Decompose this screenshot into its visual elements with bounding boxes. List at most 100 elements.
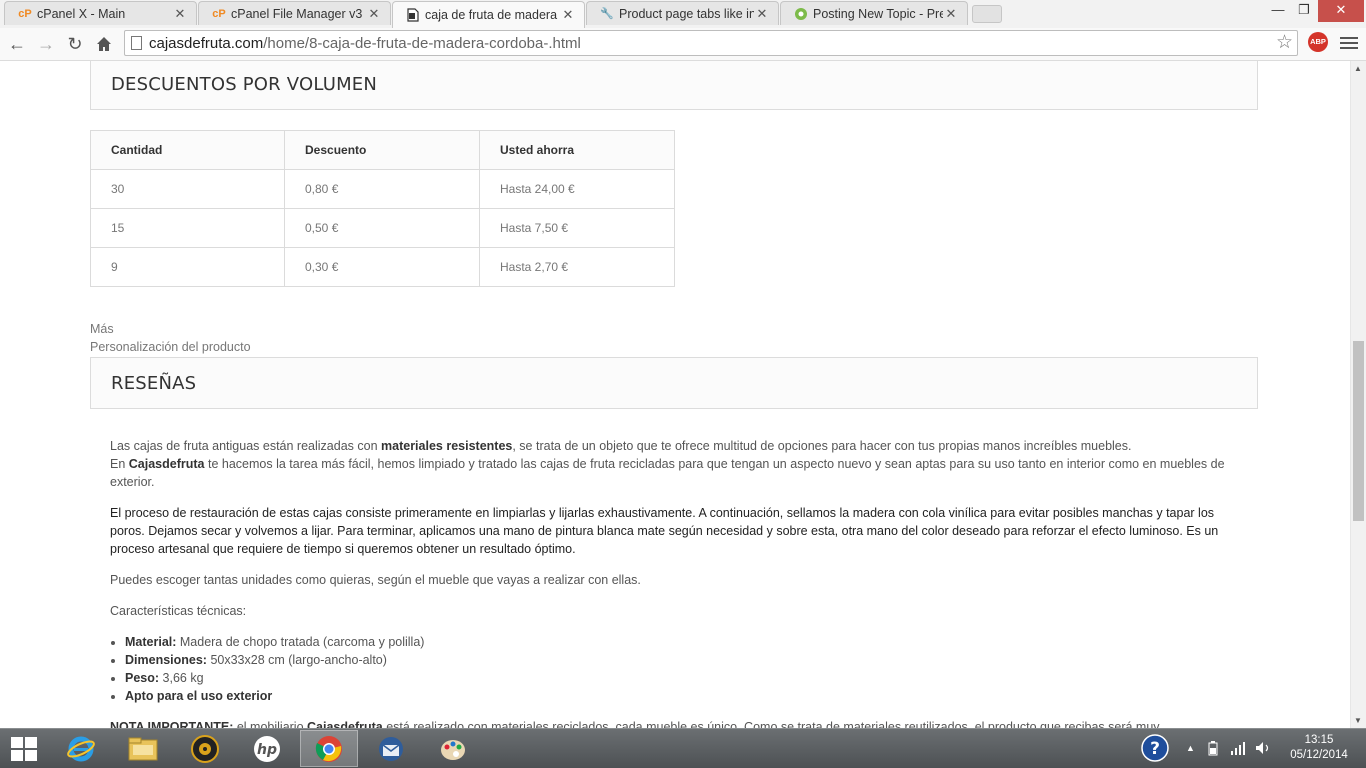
table-header-row: Cantidad Descuento Usted ahorra [90, 130, 675, 170]
scroll-up-arrow-icon[interactable]: ▲ [1354, 64, 1362, 73]
savings-cell: Hasta 24,00 € [479, 169, 675, 209]
bold-text: materiales resistentes [381, 439, 513, 453]
bold-text: Cajasdefruta [307, 720, 383, 728]
new-tab-button[interactable] [972, 5, 1002, 23]
discount-cell: 0,30 € [284, 247, 480, 287]
table-row: 30 0,80 € Hasta 24,00 € [90, 169, 675, 209]
hp-icon[interactable]: hp [238, 730, 296, 767]
volume-discounts-header: DESCUENTOS POR VOLUMEN [90, 61, 1258, 110]
tab-title: Posting New Topic - Prest [813, 6, 943, 21]
table-row: 9 0,30 € Hasta 2,70 € [90, 247, 675, 287]
close-tab-icon[interactable]: ✕ [754, 6, 770, 22]
section-title: RESEÑAS [111, 373, 197, 394]
description-paragraph: NOTA IMPORTANTE: el mobiliario Cajasdefr… [110, 718, 1240, 728]
more-tab-link[interactable]: Más [90, 322, 114, 336]
scroll-down-arrow-icon[interactable]: ▼ [1354, 716, 1362, 725]
text: el mobiliario [233, 720, 308, 728]
reviews-header: RESEÑAS [90, 357, 1258, 409]
home-icon[interactable] [92, 32, 116, 56]
savings-cell: Hasta 7,50 € [479, 208, 675, 248]
description-paragraph: Características técnicas: [110, 604, 247, 618]
adblock-plus-icon[interactable]: ABP [1308, 32, 1328, 52]
volume-icon[interactable] [1255, 729, 1271, 767]
tab-strip: cP cPanel X - Main ✕ cP cPanel File Mana… [0, 0, 1366, 28]
text: Las cajas de fruta antiguas están realiz… [110, 439, 382, 453]
scrollbar-thumb[interactable] [1353, 341, 1364, 521]
media-player-icon[interactable] [176, 730, 234, 767]
url-domain: cajasdefruta.com [149, 35, 264, 52]
column-header: Cantidad [90, 130, 285, 170]
list-item: Dimensiones: 50x33x28 cm (largo-ancho-al… [125, 651, 1240, 669]
page-info-icon[interactable] [131, 36, 142, 50]
discount-cell: 0,80 € [284, 169, 480, 209]
url-text: cajasdefruta.com/home/8-caja-de-fruta-de… [149, 35, 581, 52]
quantity-cell: 9 [90, 247, 285, 287]
system-clock[interactable]: 13:15 05/12/2014 [1282, 733, 1356, 763]
tab-caja-de-fruta[interactable]: caja de fruta de madera re ✕ [392, 1, 585, 28]
tab-cpanel-file-manager[interactable]: cP cPanel File Manager v3 ✕ [198, 1, 391, 25]
windows-start-icon[interactable] [11, 737, 38, 761]
reload-icon[interactable]: ↻ [63, 32, 87, 56]
clock-time: 13:15 [1304, 734, 1334, 746]
spec-label: Material: [125, 635, 177, 649]
file-explorer-icon[interactable] [114, 730, 172, 767]
tab-title: caja de fruta de madera re [425, 8, 560, 22]
page-icon [405, 7, 421, 23]
windows-taskbar: hp ? ▲ 13:15 05/12/2014 [0, 728, 1366, 768]
page-viewport: DESCUENTOS POR VOLUMEN Cantidad Descuent… [0, 61, 1350, 728]
close-tab-icon[interactable]: ✕ [943, 6, 959, 22]
close-tab-icon[interactable]: ✕ [172, 6, 188, 22]
network-signal-icon[interactable] [1230, 729, 1246, 767]
back-arrow-icon[interactable]: ← [5, 32, 29, 56]
description-paragraph: Puedes escoger tantas unidades como quie… [110, 573, 641, 587]
product-description: Las cajas de fruta antiguas están realiz… [110, 437, 1240, 728]
list-item: Peso: 3,66 kg [125, 669, 1240, 687]
spec-value: 3,66 kg [159, 671, 204, 685]
column-header: Descuento [284, 130, 480, 170]
spec-label: Dimensiones: [125, 653, 207, 667]
description-paragraph: El proceso de restauración de estas caja… [110, 506, 1219, 556]
list-item: Material: Madera de chopo tratada (carco… [125, 633, 1240, 651]
address-bar[interactable]: cajasdefruta.com/home/8-caja-de-fruta-de… [124, 30, 1298, 56]
tab-posting-new-topic[interactable]: Posting New Topic - Prest ✕ [780, 1, 968, 25]
tab-title: cPanel X - Main [37, 6, 126, 21]
chrome-icon[interactable] [300, 730, 358, 767]
internet-explorer-icon[interactable] [52, 730, 110, 767]
cpanel-icon: cP [212, 7, 226, 20]
forward-arrow-icon[interactable]: → [34, 32, 58, 56]
spec-value: Madera de chopo tratada (carcoma y polil… [176, 635, 425, 649]
savings-cell: Hasta 2,70 € [479, 247, 675, 287]
clock-date: 05/12/2014 [1290, 749, 1348, 761]
customization-tab-link[interactable]: Personalización del producto [90, 340, 251, 354]
wrench-icon: 🔧 [600, 8, 614, 20]
close-tab-icon[interactable]: ✕ [366, 6, 382, 22]
help-icon[interactable]: ? [1140, 729, 1170, 767]
restore-button[interactable]: ❐ [1288, 0, 1320, 22]
bold-text: NOTA IMPORTANTE: [110, 720, 234, 728]
quantity-cell: 15 [90, 208, 285, 248]
thunderbird-icon[interactable] [362, 730, 420, 767]
vertical-scrollbar[interactable]: ▲ ▼ [1350, 61, 1366, 728]
bold-text: Cajasdefruta [128, 457, 205, 471]
window-close-button[interactable]: ✕ [1318, 0, 1364, 22]
svg-text:hp: hp [257, 742, 277, 758]
url-path: /home/8-caja-de-fruta-de-madera-cordoba-… [263, 35, 581, 52]
prestashop-icon [793, 6, 809, 22]
column-header: Usted ahorra [479, 130, 675, 170]
paint-icon[interactable] [424, 730, 482, 767]
text: En [110, 457, 129, 471]
description-paragraph: Las cajas de fruta antiguas están realiz… [110, 437, 1240, 491]
tab-title: cPanel File Manager v3 [231, 6, 363, 21]
volume-discounts-table: Cantidad Descuento Usted ahorra 30 0,80 … [90, 130, 675, 287]
text: , se trata de un objeto que te ofrece mu… [512, 439, 1132, 453]
tab-product-page-tabs[interactable]: 🔧 Product page tabs like in p ✕ [586, 1, 779, 25]
discount-cell: 0,50 € [284, 208, 480, 248]
quantity-cell: 30 [90, 169, 285, 209]
bookmark-star-icon[interactable]: ☆ [1276, 31, 1293, 55]
spec-label: Peso: [125, 671, 160, 685]
close-tab-icon[interactable]: ✕ [560, 7, 576, 23]
show-hidden-icons-icon[interactable]: ▲ [1186, 729, 1195, 767]
tab-cpanel-main[interactable]: cP cPanel X - Main ✕ [4, 1, 197, 25]
chrome-menu-icon[interactable] [1340, 34, 1358, 52]
power-icon[interactable] [1206, 729, 1220, 767]
